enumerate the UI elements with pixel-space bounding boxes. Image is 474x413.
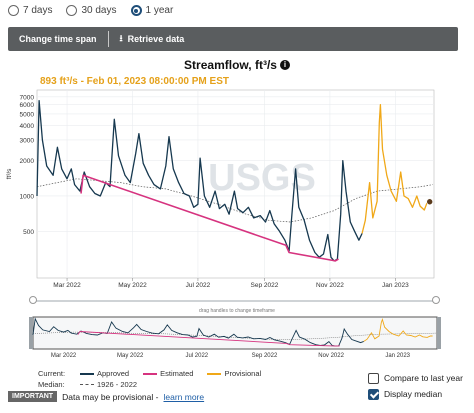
change-time-span-label: Change time span bbox=[19, 34, 97, 44]
period-selector: 7 days 30 days 1 year bbox=[8, 5, 173, 16]
brush-x-tick-label: May 2022 bbox=[117, 353, 144, 359]
retrieve-data-label: Retrieve data bbox=[127, 34, 185, 44]
usgs-watermark: USGS bbox=[208, 157, 316, 199]
brush-x-tick-label: Jul 2022 bbox=[185, 353, 208, 359]
legend-median-swatch bbox=[80, 384, 94, 385]
y-tick-label: 500 bbox=[23, 229, 34, 236]
x-tick-label: Nov 2022 bbox=[316, 282, 344, 288]
y-tick-label: 2000 bbox=[20, 158, 35, 165]
brush-left-handle bbox=[29, 317, 33, 349]
legend-median-range: 1926 - 2022 bbox=[97, 380, 138, 389]
hydrograph-chart[interactable]: 500 1000 2000 3000 4000 5000 60007000 Mar 2022 M… bbox=[0, 88, 474, 288]
radio-7-days[interactable] bbox=[8, 5, 19, 16]
download-icon: ⭳ bbox=[119, 33, 123, 43]
y-tick-label: 6000 bbox=[20, 102, 35, 109]
x-tick-label: Mar 2022 bbox=[53, 282, 81, 288]
compare-last-year-checkbox[interactable] bbox=[368, 372, 379, 384]
timeframe-slider-start-handle[interactable] bbox=[29, 296, 37, 304]
brush-x-tick-label: Sep 2022 bbox=[252, 353, 278, 359]
brush-x-tick-label: Mar 2022 bbox=[51, 353, 77, 359]
compare-last-year-label: Compare to last year bbox=[384, 373, 463, 383]
chart-legend: Current: Approved Estimated Provisional … bbox=[38, 368, 269, 390]
current-value-marker bbox=[426, 198, 434, 206]
legend-estimated-swatch bbox=[143, 372, 158, 375]
y-tick-label: 7000 bbox=[20, 94, 35, 101]
change-time-span-button[interactable]: Change time span bbox=[8, 27, 108, 51]
timeframe-slider-end-handle[interactable] bbox=[432, 296, 440, 304]
x-tick-label: Jul 2022 bbox=[186, 282, 211, 288]
legend-estimated-label: Estimated bbox=[160, 369, 194, 378]
legend-approved-label: Approved bbox=[97, 369, 130, 378]
brush-right-handle bbox=[437, 317, 441, 349]
brush-x-tick-label: Jan 2023 bbox=[385, 353, 410, 359]
learn-more-link[interactable]: learn more bbox=[163, 392, 204, 402]
radio-30-days[interactable] bbox=[66, 5, 78, 16]
important-badge: IMPORTANT bbox=[8, 391, 58, 402]
period-label-30-days: 30 days bbox=[81, 5, 117, 16]
chart-options: Compare to last year Display median bbox=[368, 370, 463, 402]
retrieve-data-button[interactable]: ⭳ Retrieve data bbox=[109, 27, 196, 51]
legend-current-label: Current: bbox=[38, 369, 66, 378]
period-label-1-year: 1 year bbox=[145, 5, 174, 16]
compare-last-year-option[interactable]: Compare to last year bbox=[368, 370, 463, 386]
chart-title-text: Streamflow, ft³/s bbox=[184, 58, 277, 72]
y-tick-label: 5000 bbox=[20, 111, 35, 118]
legend-provisional-label: Provisional bbox=[224, 369, 262, 378]
display-median-checkbox[interactable] bbox=[368, 388, 379, 400]
y-tick-label: 1000 bbox=[20, 193, 35, 200]
navigation-brush-chart[interactable]: Mar 2022 May 2022 Jul 2022 Sep 2022 Nov 2022… bbox=[0, 313, 474, 363]
radio-1-year[interactable] bbox=[130, 5, 142, 16]
legend-median-row: Median: 1926 - 2022 bbox=[38, 379, 269, 390]
y-tick-label: 3000 bbox=[20, 137, 35, 144]
legend-median-label: Median: bbox=[38, 380, 65, 389]
display-median-option[interactable]: Display median bbox=[368, 386, 463, 402]
timeframe-slider-track[interactable] bbox=[33, 300, 437, 302]
legend-current-row: Current: Approved Estimated Provisional bbox=[38, 368, 269, 379]
period-option-7-days[interactable]: 7 days bbox=[8, 5, 52, 16]
brush-frame bbox=[32, 316, 438, 350]
display-median-label: Display median bbox=[384, 389, 443, 399]
legend-approved-swatch bbox=[80, 372, 94, 375]
provisional-notice: IMPORTANT Data may be provisional - lear… bbox=[8, 391, 204, 402]
chart-toolbar: Change time span ⭳ Retrieve data bbox=[8, 27, 458, 51]
provisional-notice-text: Data may be provisional - bbox=[62, 391, 159, 402]
current-value-readout: 893 ft³/s - Feb 01, 2023 08:00:00 PM EST bbox=[40, 76, 229, 87]
y-tick-label: 4000 bbox=[20, 123, 35, 130]
period-option-30-days[interactable]: 30 days bbox=[66, 5, 117, 16]
y-axis-label: ft³/s bbox=[6, 168, 13, 180]
x-tick-label: Jan 2023 bbox=[382, 282, 409, 288]
period-option-1-year[interactable]: 1 year bbox=[130, 5, 174, 16]
chart-title: Streamflow, ft³/s i bbox=[0, 58, 474, 72]
period-label-7-days: 7 days bbox=[23, 5, 53, 16]
legend-provisional-swatch bbox=[207, 372, 222, 375]
x-tick-label: May 2022 bbox=[118, 282, 147, 288]
brush-x-tick-label: Nov 2022 bbox=[318, 353, 344, 359]
info-icon[interactable]: i bbox=[279, 60, 290, 70]
x-tick-label: Sep 2022 bbox=[251, 282, 279, 288]
